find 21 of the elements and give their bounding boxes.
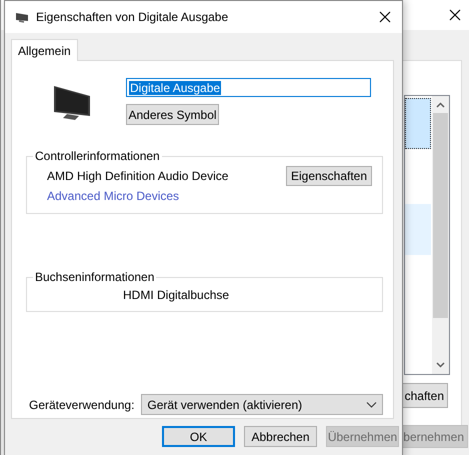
change-icon-button[interactable]: Anderes Symbol — [126, 104, 219, 125]
manufacturer-link[interactable]: Advanced Micro Devices — [27, 186, 180, 213]
dialog-button[interactable]: OK — [162, 426, 235, 447]
list-selection[interactable] — [405, 98, 431, 149]
name-field[interactable]: Digitale Ausgabe — [126, 78, 371, 97]
usage-dropdown[interactable]: Gerät verwenden (aktivieren) — [141, 394, 384, 415]
monitor-icon — [53, 83, 91, 121]
tab[interactable]: Allgemein — [11, 39, 78, 61]
scroll-thumb[interactable] — [433, 113, 448, 318]
window-title: Eigenschaften von Digitale Ausgabe — [36, 10, 230, 24]
group-title: Controllerinformationen — [34, 150, 161, 162]
jack-info: HDMI Digitalbuchse — [122, 287, 230, 304]
device-name: AMD High Definition Audio Device — [47, 169, 228, 183]
scrollbar[interactable] — [432, 96, 449, 374]
properties-button[interactable]: Eigenschaften — [286, 166, 372, 186]
chevron-down-icon — [366, 399, 378, 410]
dialog-button[interactable]: Abbrechen — [244, 426, 317, 447]
monitor-icon — [15, 10, 29, 24]
usage-label: Geräteverwendung: — [29, 398, 134, 412]
dialog-button[interactable]: chaften — [401, 383, 448, 408]
group-title: Buchseninformationen — [34, 271, 156, 283]
